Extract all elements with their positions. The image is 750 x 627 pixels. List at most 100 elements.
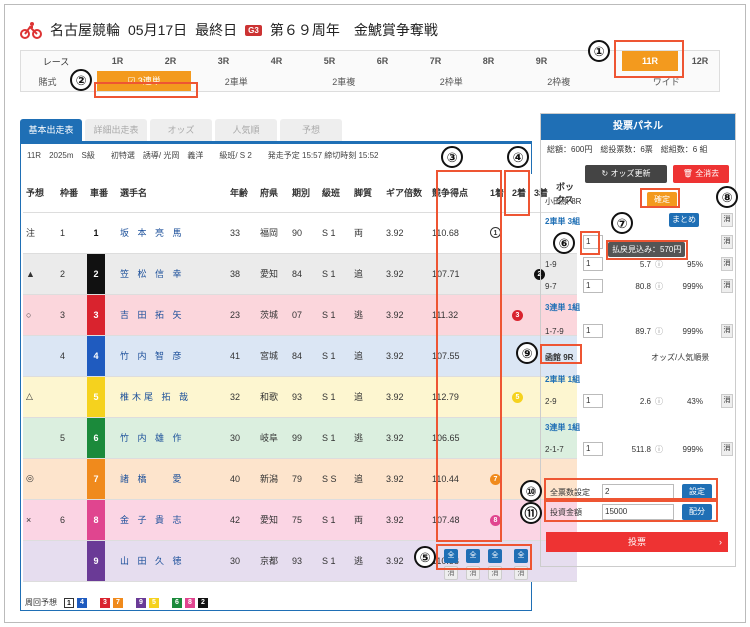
rider-name[interactable]: 竹 内 雄 作 [117,417,227,459]
bet-type-2[interactable]: 2車単 [183,75,291,88]
rider-name[interactable]: 椎木尾 拓 哉 [117,376,227,418]
delete-button[interactable]: 消 [721,324,733,338]
delete-button[interactable]: 消 [721,279,733,293]
race-5[interactable]: 5R [303,56,356,66]
confirm-button[interactable]: 確定 [647,192,677,208]
finish-1-cell[interactable] [487,253,509,295]
rider-name[interactable]: 坂 本 亮 馬 [117,212,227,254]
race-12[interactable]: 12R [682,51,718,71]
rider-term: 90 [289,212,319,254]
lap-prediction-label: 周回予想 [25,598,57,607]
finish-2-cell[interactable] [509,417,531,459]
race-9[interactable]: 9R [515,56,568,66]
tab-4[interactable]: 予想 [280,119,342,141]
clear-all-button[interactable]: 🗑 全消去 [673,165,729,183]
bet-type-4[interactable]: 2枠単 [398,75,506,88]
finish-1-cell[interactable]: 8 [487,499,509,541]
rider-age: 40 [227,458,257,500]
finish-2-cell[interactable]: 3 [509,294,531,336]
investment-label: 投資金額 [550,507,582,517]
tab-1[interactable]: 詳細出走表 [85,119,147,141]
select-all-button[interactable]: 全 [466,549,480,563]
rider-name[interactable]: 金 子 貴 志 [117,499,227,541]
bet-type-6[interactable]: ワイド [613,75,721,88]
bet-qty-input[interactable]: 1 [583,235,603,249]
col-header-12: 2着 [509,174,531,213]
selected-mark: 8 [490,514,501,526]
delete-button[interactable]: 消 [721,442,733,456]
race2-odds-toggle[interactable]: オッズ/人気順景 [651,352,731,363]
finish-2-cell[interactable] [509,253,531,295]
select-all-button[interactable]: 全 [444,549,458,563]
delete-button[interactable]: 消 [721,235,733,249]
section-trifecta-2: 3連単 1組 [545,423,581,432]
bet-type-0[interactable]: ☑ 3連単 [97,71,191,91]
bet-odds: 89.7 [635,326,651,336]
rider-name[interactable]: 吉 田 拓 矢 [117,294,227,336]
clear-button[interactable]: 消 [466,566,480,580]
bet-type-label: 賭式 [38,76,57,87]
prediction-mark: ◎ [23,458,57,500]
clear-button[interactable]: 消 [514,566,528,580]
clear-button[interactable]: 消 [488,566,502,580]
rider-term: 79 [289,458,319,500]
select-all-button[interactable]: 全 [514,549,528,563]
race-11-active[interactable]: 11R [622,51,678,71]
bet-qty-input[interactable]: 1 [583,279,603,293]
bet-qty-input[interactable]: 1 [583,394,603,408]
investment-input[interactable]: 15000 [602,504,674,520]
clear-button[interactable]: 消 [444,566,458,580]
finish-2-cell[interactable] [509,212,531,254]
section-trifecta-1: 3連単 1組 [545,303,581,312]
delete-button[interactable]: 消 [721,257,733,271]
annotation-10: ⑩ [520,480,542,502]
car-number: 2 [87,253,105,294]
col-header-2: 車番 [87,174,117,213]
finish-2-cell[interactable]: 5 [509,376,531,418]
finish-1-cell[interactable]: 7 [487,458,509,500]
finish-1-cell[interactable] [487,376,509,418]
allocate-button[interactable]: 配分 [682,504,712,520]
bet-qty-input[interactable]: 1 [583,257,603,271]
bet-odds: 2.6 [639,396,651,406]
odds-update-button[interactable]: ↻ オッズ更新 [585,165,667,183]
tab-0[interactable]: 基本出走表 [20,119,82,141]
prediction-mark: × [23,499,57,541]
bet-qty-input[interactable]: 1 [583,442,603,456]
grade-badge: G3 [245,24,262,36]
rider-score: 106.65 [429,417,487,459]
delete-button[interactable]: 消 [721,394,733,408]
race-4[interactable]: 4R [250,56,303,66]
rider-row: ◎ 7 諸 橋 愛 40 新潟 79 S S 追 3.92 110.44 7 [23,458,577,500]
tab-2[interactable]: オッズ [150,119,212,141]
matome-button[interactable]: まとめる [669,213,699,238]
finish-1-cell[interactable] [487,294,509,336]
total-count-input[interactable]: 2 [602,484,674,500]
bet-type-3[interactable]: 2車複 [290,75,398,88]
bet-type-5[interactable]: 2枠複 [505,75,613,88]
race-1[interactable]: 1R [91,56,144,66]
rider-style: 逃 [351,417,383,459]
race-6[interactable]: 6R [356,56,409,66]
rider-name[interactable]: 諸 橋 愛 [117,458,227,500]
rider-gear: 3.92 [383,212,429,254]
finish-1-cell[interactable]: 1 [487,212,509,254]
rider-name[interactable]: 山 田 久 徳 [117,540,227,582]
rider-cls: S 1 [319,376,351,418]
investment-row: 投資金額 15000 配分 [546,503,716,521]
rider-name[interactable]: 笠 松 信 幸 [117,253,227,295]
race-2[interactable]: 2R [144,56,197,66]
race-8[interactable]: 8R [462,56,515,66]
rider-name[interactable]: 竹 内 智 彦 [117,335,227,377]
finish-1-cell[interactable] [487,335,509,377]
delete-button[interactable]: 消 [721,213,733,227]
bet-qty-input[interactable]: 1 [583,324,603,338]
vote-button[interactable]: 投票 › [546,532,728,552]
set-button[interactable]: 設定 [682,484,712,500]
race-7[interactable]: 7R [409,56,462,66]
race-3[interactable]: 3R [197,56,250,66]
select-all-button[interactable]: 全 [488,549,502,563]
tab-3[interactable]: 人気順 [215,119,277,141]
finish-1-cell[interactable] [487,417,509,459]
rider-cls: S S [319,458,351,500]
